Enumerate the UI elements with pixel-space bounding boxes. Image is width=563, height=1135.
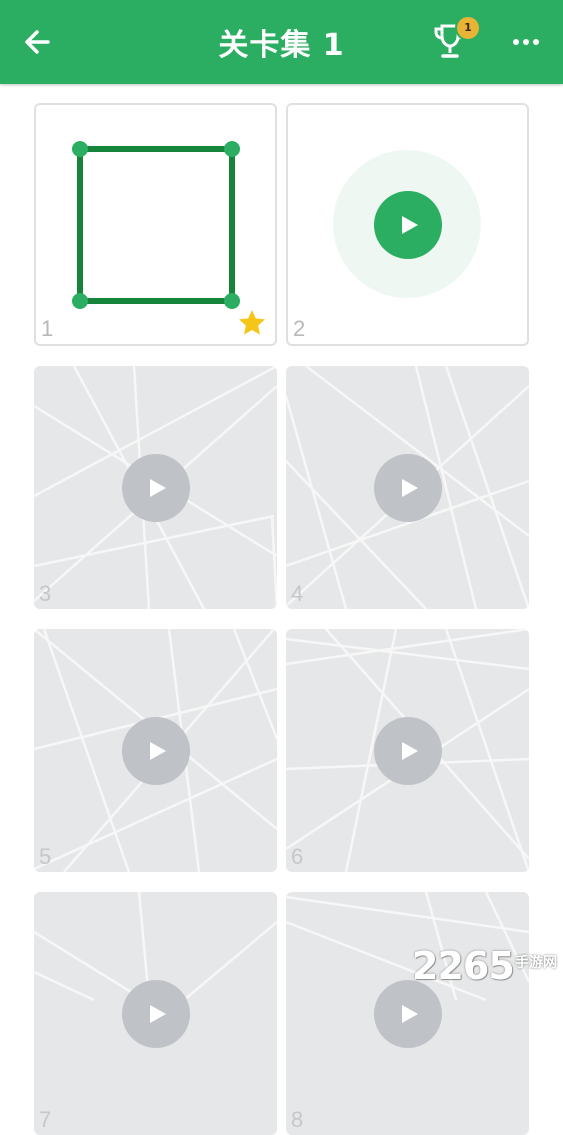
watermark-logo: 2265 手游网 xyxy=(412,944,562,994)
star-icon xyxy=(239,310,265,335)
play-button[interactable] xyxy=(374,454,442,522)
more-horizontal-icon xyxy=(513,39,539,45)
play-button[interactable] xyxy=(122,980,190,1048)
level-number: 4 xyxy=(291,581,304,606)
level-number: 1 xyxy=(41,316,54,341)
play-icon xyxy=(150,742,166,760)
trophy-badge: 1 xyxy=(455,15,481,41)
play-icon xyxy=(402,742,418,760)
watermark-text: 2265 xyxy=(412,944,515,988)
level-tile-8[interactable]: 8 xyxy=(286,892,529,1135)
play-button[interactable] xyxy=(122,717,190,785)
play-button[interactable] xyxy=(374,717,442,785)
level-tile-1[interactable]: 1 xyxy=(34,103,277,346)
watermark-subtext: 手游网 xyxy=(515,955,557,971)
level-tile-6[interactable]: 6 xyxy=(286,629,529,872)
play-button[interactable] xyxy=(374,191,442,259)
app-bar: 关卡集 1 1 xyxy=(0,0,563,84)
level-tile-4[interactable]: 4 xyxy=(286,366,529,609)
level-number: 7 xyxy=(39,1107,52,1132)
play-icon xyxy=(402,479,418,497)
play-icon xyxy=(150,479,166,497)
level-number: 6 xyxy=(291,844,304,869)
level-number: 3 xyxy=(39,581,52,606)
level-number: 2 xyxy=(293,316,306,341)
play-icon xyxy=(150,1005,166,1023)
level-number: 8 xyxy=(291,1107,304,1132)
level-number: 5 xyxy=(39,844,52,869)
play-button[interactable] xyxy=(122,454,190,522)
play-icon xyxy=(402,216,418,234)
level-tile-5[interactable]: 5 xyxy=(34,629,277,872)
level-tile-7[interactable]: 7 xyxy=(34,892,277,1135)
level-tile-3[interactable]: 3 xyxy=(34,366,277,609)
level-tile-2[interactable]: 2 xyxy=(286,103,529,346)
more-button[interactable] xyxy=(510,28,542,56)
